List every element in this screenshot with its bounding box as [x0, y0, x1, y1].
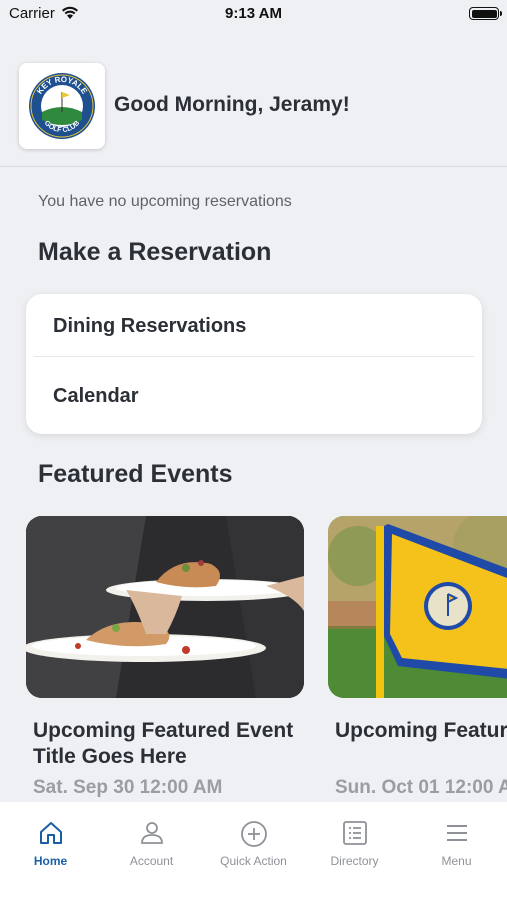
event-card-image-dining[interactable] — [26, 516, 304, 698]
tab-label: Home — [33, 854, 68, 868]
club-logo: KEY ROYALE GOLF CLUB — [19, 63, 105, 149]
greeting-text: Good Morning, Jeramy! — [114, 93, 350, 116]
clock: 9:13 AM — [225, 5, 282, 22]
tab-quick-action[interactable]: Quick Action — [203, 802, 304, 900]
reservation-options-card: Dining Reservations Calendar — [26, 294, 482, 434]
tab-label: Account — [129, 854, 174, 868]
tab-menu[interactable]: Menu — [406, 802, 507, 900]
home-header: KEY ROYALE GOLF CLUB Good Morning, Jeram… — [0, 30, 507, 167]
battery-icon — [469, 7, 502, 20]
tab-directory[interactable]: Directory — [304, 802, 405, 900]
no-reservations-message: You have no upcoming reservations — [38, 193, 292, 210]
tab-label: Directory — [330, 854, 379, 868]
plus-circle-icon — [240, 821, 267, 847]
golf-flag-photo — [328, 516, 507, 698]
home-icon — [39, 822, 62, 844]
tab-label: Quick Action — [220, 854, 287, 868]
dining-plates-photo — [26, 516, 304, 698]
hamburger-icon — [446, 825, 467, 841]
bottom-tab-bar: Home Account Quick Action Directory Menu — [0, 802, 507, 900]
tab-home[interactable]: Home — [0, 802, 101, 900]
event-title[interactable]: Upcoming Featured Event Title Goes Here — [335, 718, 507, 744]
tab-label: Menu — [441, 854, 472, 868]
make-reservation-heading: Make a Reservation — [38, 238, 272, 266]
status-bar: Carrier 9:13 AM — [0, 0, 507, 30]
dining-reservations-button[interactable]: Dining Reservations — [53, 315, 246, 338]
event-date: Sat. Sep 30 12:00 AM — [33, 777, 223, 798]
event-date: Sun. Oct 01 12:00 AM — [335, 777, 507, 798]
tab-account[interactable]: Account — [101, 802, 202, 900]
calendar-button[interactable]: Calendar — [53, 385, 139, 408]
divider — [34, 356, 474, 357]
golf-club-seal-icon: KEY ROYALE GOLF CLUB — [29, 73, 95, 139]
featured-events-heading: Featured Events — [38, 460, 233, 488]
event-card-image-golf[interactable] — [328, 516, 507, 698]
event-title[interactable]: Upcoming Featured Event Title Goes Here — [33, 718, 323, 770]
list-icon — [342, 821, 367, 845]
person-icon — [140, 822, 163, 844]
